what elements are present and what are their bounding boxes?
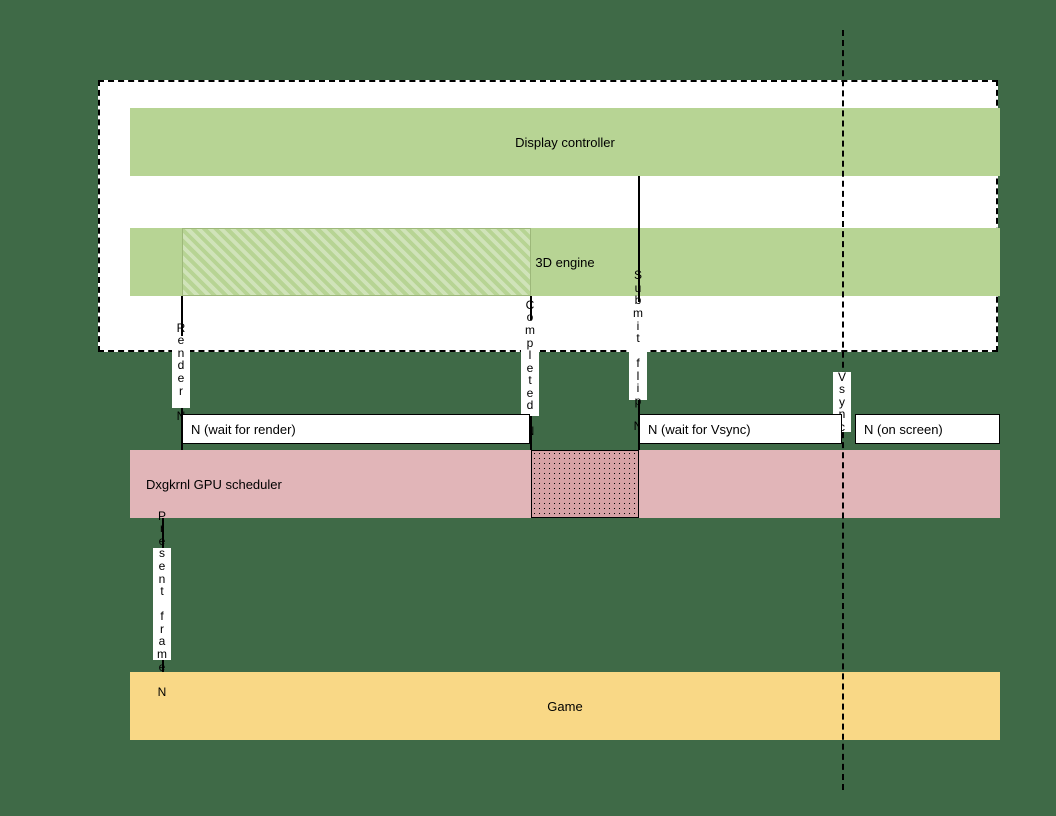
- display-controller-label: Display controller: [515, 135, 615, 150]
- scheduler-label: Dxgkrnl GPU scheduler: [146, 477, 282, 492]
- 3d-engine-render-region: [182, 228, 531, 296]
- 3d-engine-label: 3D engine: [535, 255, 594, 270]
- game-bar: Game: [130, 672, 1000, 740]
- state-wait-vsync-text: N (wait for Vsync): [648, 422, 751, 437]
- game-label: Game: [547, 699, 582, 714]
- state-wait-render-text: N (wait for render): [191, 422, 296, 437]
- diagram-canvas: Display controller 3D engine Dxgkrnl GPU…: [0, 0, 1056, 816]
- state-on-screen-text: N (on screen): [864, 422, 943, 437]
- state-on-screen: N (on screen): [855, 414, 1000, 444]
- present-frame-label: Present frame N: [153, 548, 171, 660]
- completed-n-label: Completed N: [521, 320, 539, 416]
- state-wait-vsync: N (wait for Vsync): [639, 414, 842, 444]
- submit-flip-label: Submit flip N: [629, 302, 647, 400]
- display-controller-bar: Display controller: [130, 108, 1000, 176]
- scheduler-busy-region: [531, 450, 639, 518]
- render-n-label: Render N: [172, 336, 190, 408]
- state-wait-render: N (wait for render): [182, 414, 530, 444]
